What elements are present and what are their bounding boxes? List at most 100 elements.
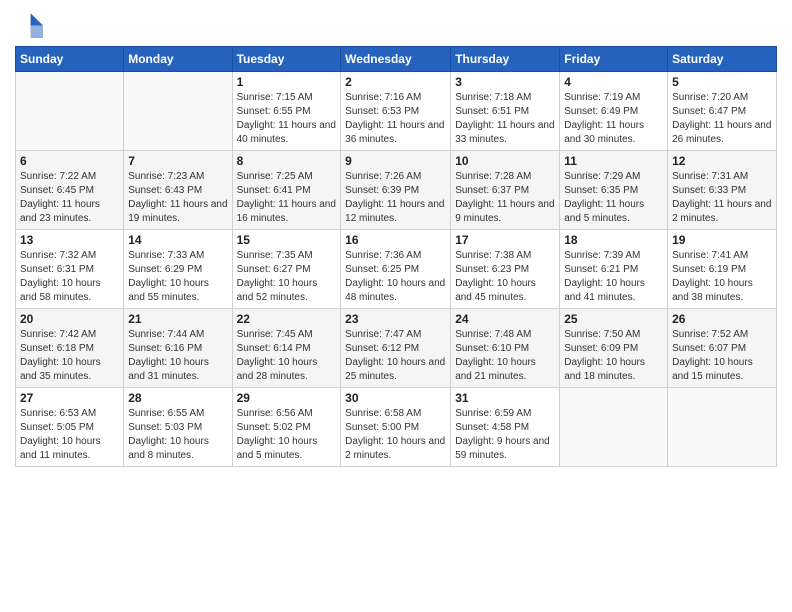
calendar-col-header: Friday: [560, 47, 668, 72]
day-info: Sunrise: 7:52 AM Sunset: 6:07 PM Dayligh…: [672, 328, 772, 384]
calendar-cell: 25 Sunrise: 7:50 AM Sunset: 6:09 PM Dayli…: [560, 309, 668, 388]
day-number: 15: [237, 233, 337, 247]
calendar-cell: 19 Sunrise: 7:41 AM Sunset: 6:19 PM Dayli…: [668, 230, 777, 309]
day-number: 28: [128, 391, 227, 405]
calendar-cell: 11Sunrise: 7:29 AM Sunset: 6:35 PM Dayli…: [560, 151, 668, 230]
day-number: 4: [564, 75, 663, 89]
calendar-col-header: Saturday: [668, 47, 777, 72]
day-info: Sunrise: 7:16 AM Sunset: 6:53 PM Dayligh…: [345, 91, 446, 147]
calendar-cell: 20Sunrise: 7:42 AM Sunset: 6:18 PM Dayli…: [16, 309, 124, 388]
calendar-col-header: Sunday: [16, 47, 124, 72]
calendar-cell: 16 Sunrise: 7:36 AM Sunset: 6:25 PM Dayli…: [341, 230, 451, 309]
day-info: Sunrise: 7:18 AM Sunset: 6:51 PM Dayligh…: [455, 91, 555, 147]
calendar-cell: 5 Sunrise: 7:20 AM Sunset: 6:47 PM Daylig…: [668, 72, 777, 151]
day-info: Sunrise: 7:45 AM Sunset: 6:14 PM Dayligh…: [237, 328, 337, 384]
day-number: 2: [345, 75, 446, 89]
logo-icon: [15, 10, 43, 38]
calendar-cell: [16, 72, 124, 151]
day-number: 17: [455, 233, 555, 247]
day-info: Sunrise: 7:44 AM Sunset: 6:16 PM Dayligh…: [128, 328, 227, 384]
day-info: Sunrise: 7:38 AM Sunset: 6:23 PM Dayligh…: [455, 249, 555, 305]
calendar-cell: 14 Sunrise: 7:33 AM Sunset: 6:29 PM Dayli…: [124, 230, 232, 309]
day-number: 3: [455, 75, 555, 89]
day-number: 31: [455, 391, 555, 405]
day-info: Sunrise: 7:48 AM Sunset: 6:10 PM Dayligh…: [455, 328, 555, 384]
day-number: 16: [345, 233, 446, 247]
header: [15, 10, 777, 38]
calendar-cell: 6 Sunrise: 7:22 AM Sunset: 6:45 PM Daylig…: [16, 151, 124, 230]
day-number: 13: [20, 233, 119, 247]
day-number: 5: [672, 75, 772, 89]
calendar-col-header: Tuesday: [232, 47, 341, 72]
calendar-cell: 10 Sunrise: 7:28 AM Sunset: 6:37 PM Dayli…: [451, 151, 560, 230]
day-info: Sunrise: 6:56 AM Sunset: 5:02 PM Dayligh…: [237, 407, 337, 463]
day-info: Sunrise: 7:50 AM Sunset: 6:09 PM Dayligh…: [564, 328, 663, 384]
calendar-cell: 22 Sunrise: 7:45 AM Sunset: 6:14 PM Dayli…: [232, 309, 341, 388]
day-info: Sunrise: 7:41 AM Sunset: 6:19 PM Dayligh…: [672, 249, 772, 305]
day-number: 27: [20, 391, 119, 405]
day-info: Sunrise: 7:35 AM Sunset: 6:27 PM Dayligh…: [237, 249, 337, 305]
day-info: Sunrise: 7:39 AM Sunset: 6:21 PM Dayligh…: [564, 249, 663, 305]
day-number: 12: [672, 154, 772, 168]
day-number: 21: [128, 312, 227, 326]
day-info: Sunrise: 7:22 AM Sunset: 6:45 PM Dayligh…: [20, 170, 119, 226]
calendar-cell: 27 Sunrise: 6:53 AM Sunset: 5:05 PM Dayli…: [16, 388, 124, 467]
day-info: Sunrise: 7:20 AM Sunset: 6:47 PM Dayligh…: [672, 91, 772, 147]
day-info: Sunrise: 6:59 AM Sunset: 4:58 PM Dayligh…: [455, 407, 555, 463]
calendar-header-row: SundayMondayTuesdayWednesdayThursdayFrid…: [16, 47, 777, 72]
day-number: 7: [128, 154, 227, 168]
calendar-cell: 3 Sunrise: 7:18 AM Sunset: 6:51 PM Daylig…: [451, 72, 560, 151]
day-number: 19: [672, 233, 772, 247]
calendar-col-header: Thursday: [451, 47, 560, 72]
calendar-cell: 31 Sunrise: 6:59 AM Sunset: 4:58 PM Dayli…: [451, 388, 560, 467]
day-number: 10: [455, 154, 555, 168]
calendar-cell: 17 Sunrise: 7:38 AM Sunset: 6:23 PM Dayli…: [451, 230, 560, 309]
page: SundayMondayTuesdayWednesdayThursdayFrid…: [0, 0, 792, 612]
day-info: Sunrise: 7:23 AM Sunset: 6:43 PM Dayligh…: [128, 170, 227, 226]
calendar-cell: 24 Sunrise: 7:48 AM Sunset: 6:10 PM Dayli…: [451, 309, 560, 388]
day-info: Sunrise: 6:53 AM Sunset: 5:05 PM Dayligh…: [20, 407, 119, 463]
calendar-cell: 1 Sunrise: 7:15 AM Sunset: 6:55 PM Daylig…: [232, 72, 341, 151]
calendar-cell: 26 Sunrise: 7:52 AM Sunset: 6:07 PM Dayli…: [668, 309, 777, 388]
day-number: 22: [237, 312, 337, 326]
day-number: 20: [20, 312, 119, 326]
logo: [15, 10, 47, 38]
day-number: 23: [345, 312, 446, 326]
calendar-cell: 15 Sunrise: 7:35 AM Sunset: 6:27 PM Dayli…: [232, 230, 341, 309]
calendar-table: SundayMondayTuesdayWednesdayThursdayFrid…: [15, 46, 777, 467]
day-info: Sunrise: 7:25 AM Sunset: 6:41 PM Dayligh…: [237, 170, 337, 226]
day-number: 25: [564, 312, 663, 326]
calendar-cell: 4 Sunrise: 7:19 AM Sunset: 6:49 PM Daylig…: [560, 72, 668, 151]
day-number: 6: [20, 154, 119, 168]
calendar-cell: 21 Sunrise: 7:44 AM Sunset: 6:16 PM Dayli…: [124, 309, 232, 388]
calendar-cell: 13Sunrise: 7:32 AM Sunset: 6:31 PM Dayli…: [16, 230, 124, 309]
calendar-cell: 28Sunrise: 6:55 AM Sunset: 5:03 PM Dayli…: [124, 388, 232, 467]
calendar-cell: 30 Sunrise: 6:58 AM Sunset: 5:00 PM Dayli…: [341, 388, 451, 467]
calendar-week-row: 6 Sunrise: 7:22 AM Sunset: 6:45 PM Daylig…: [16, 151, 777, 230]
day-info: Sunrise: 7:47 AM Sunset: 6:12 PM Dayligh…: [345, 328, 446, 384]
day-number: 9: [345, 154, 446, 168]
calendar-cell: 23 Sunrise: 7:47 AM Sunset: 6:12 PM Dayli…: [341, 309, 451, 388]
day-number: 29: [237, 391, 337, 405]
calendar-cell: 2 Sunrise: 7:16 AM Sunset: 6:53 PM Daylig…: [341, 72, 451, 151]
calendar-cell: [560, 388, 668, 467]
calendar-week-row: 13Sunrise: 7:32 AM Sunset: 6:31 PM Dayli…: [16, 230, 777, 309]
day-number: 24: [455, 312, 555, 326]
day-info: Sunrise: 7:15 AM Sunset: 6:55 PM Dayligh…: [237, 91, 337, 147]
calendar-col-header: Monday: [124, 47, 232, 72]
day-info: Sunrise: 6:58 AM Sunset: 5:00 PM Dayligh…: [345, 407, 446, 463]
day-info: Sunrise: 7:26 AM Sunset: 6:39 PM Dayligh…: [345, 170, 446, 226]
calendar-cell: 12 Sunrise: 7:31 AM Sunset: 6:33 PM Dayli…: [668, 151, 777, 230]
day-number: 1: [237, 75, 337, 89]
calendar-cell: [668, 388, 777, 467]
day-info: Sunrise: 7:28 AM Sunset: 6:37 PM Dayligh…: [455, 170, 555, 226]
calendar-cell: 18Sunrise: 7:39 AM Sunset: 6:21 PM Dayli…: [560, 230, 668, 309]
day-number: 14: [128, 233, 227, 247]
day-number: 26: [672, 312, 772, 326]
day-number: 11: [564, 154, 663, 168]
day-info: Sunrise: 7:31 AM Sunset: 6:33 PM Dayligh…: [672, 170, 772, 226]
day-number: 30: [345, 391, 446, 405]
day-info: Sunrise: 7:33 AM Sunset: 6:29 PM Dayligh…: [128, 249, 227, 305]
day-info: Sunrise: 7:36 AM Sunset: 6:25 PM Dayligh…: [345, 249, 446, 305]
day-info: Sunrise: 7:19 AM Sunset: 6:49 PM Dayligh…: [564, 91, 663, 147]
